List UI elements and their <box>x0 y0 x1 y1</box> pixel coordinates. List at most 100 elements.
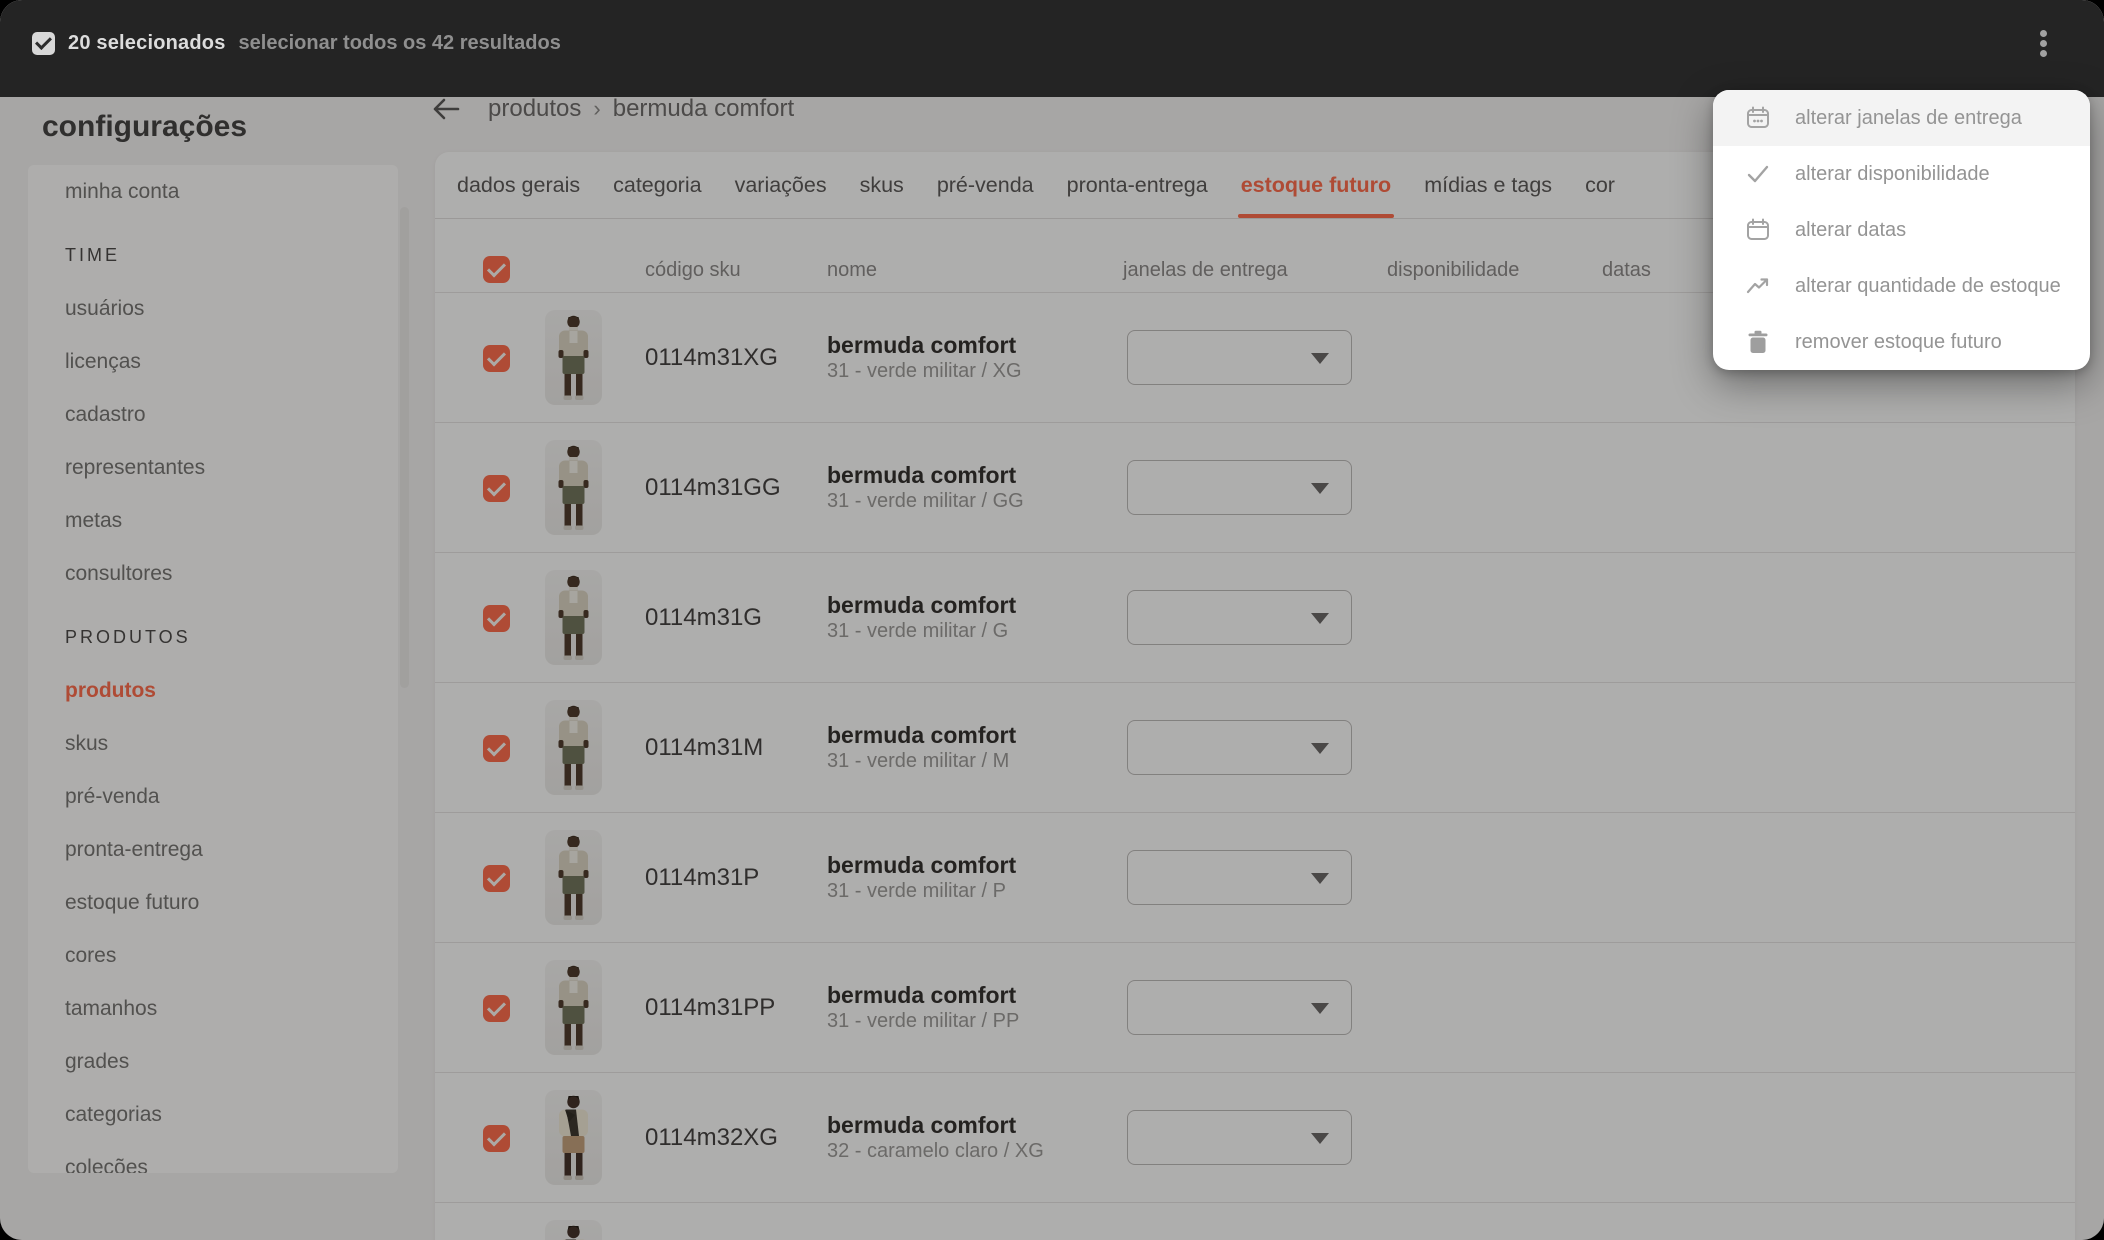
product-name-cell: bermuda comfort 31 - verde militar / G <box>827 553 1016 682</box>
table-row <box>435 1203 2075 1240</box>
tab[interactable]: pré-venda <box>937 152 1034 218</box>
row-checkbox[interactable] <box>483 345 510 372</box>
delivery-window-select[interactable] <box>1127 1110 1352 1165</box>
tab[interactable]: variações <box>735 152 827 218</box>
selection-bar: 20 selecionados selecionar todos os 42 r… <box>0 0 2104 97</box>
breadcrumb-current: bermuda comfort <box>612 95 795 122</box>
row-checkbox[interactable] <box>483 605 510 632</box>
menu-item[interactable]: alterar janelas de entrega <box>1713 90 2090 146</box>
breadcrumb-path[interactable]: produtos › bermuda comfort <box>488 95 794 123</box>
sidebar-item[interactable]: categorias <box>65 1088 398 1141</box>
product-photo-tan <box>562 1225 585 1240</box>
delivery-window-select[interactable] <box>1127 330 1352 385</box>
page-title: configurações <box>42 110 248 143</box>
header-checkbox[interactable] <box>483 256 510 283</box>
sidebar-item[interactable]: tamanhos <box>65 982 398 1035</box>
table-row: 0114m31GG bermuda comfort 31 - verde mil… <box>435 423 2075 553</box>
delivery-window-select[interactable] <box>1127 590 1352 645</box>
product-variant: 31 - verde militar / G <box>827 619 1009 642</box>
tab[interactable]: dados gerais <box>457 152 580 218</box>
sidebar-item[interactable]: representantes <box>65 441 398 494</box>
sidebar-item[interactable]: estoque futuro <box>65 876 398 929</box>
table-row: 0114m31G bermuda comfort 31 - verde mili… <box>435 553 2075 683</box>
menu-item[interactable]: alterar disponibilidade <box>1713 146 2090 202</box>
app-window: 20 selecionados selecionar todos os 42 r… <box>0 0 2104 1240</box>
sidebar-item[interactable]: produtos <box>65 664 398 717</box>
sidebar-item[interactable]: minha conta <box>65 165 398 218</box>
delivery-window-select[interactable] <box>1127 460 1352 515</box>
sku-code: 0114m31M <box>645 733 764 761</box>
sidebar-item[interactable]: TIME <box>65 229 398 282</box>
menu-item[interactable]: alterar datas <box>1713 202 2090 258</box>
sidebar-item[interactable]: pré-venda <box>65 770 398 823</box>
sidebar-item[interactable]: coleções <box>65 1141 398 1174</box>
settings-nav: minha conta TIME usuários licenças cadas… <box>28 165 398 1173</box>
product-photo-olive <box>558 315 589 400</box>
menu-item-label: alterar janelas de entrega <box>1795 106 2022 129</box>
chevron-down-icon <box>1311 743 1329 754</box>
chevron-down-icon <box>1311 1133 1329 1144</box>
product-name: bermuda comfort <box>827 461 1017 488</box>
sidebar-scrollbar[interactable] <box>400 207 409 688</box>
row-checkbox[interactable] <box>483 865 510 892</box>
sidebar-item[interactable]: metas <box>65 494 398 547</box>
bulk-actions-menu: alterar janelas de entrega alterar dispo… <box>1713 90 2090 370</box>
tab[interactable]: categoria <box>613 152 701 218</box>
sidebar-item[interactable]: pronta-entrega <box>65 823 398 876</box>
sidebar-item[interactable]: usuários <box>65 282 398 335</box>
select-all-checkbox[interactable] <box>32 32 55 55</box>
product-photo-olive <box>558 705 589 790</box>
sidebar-item[interactable]: grades <box>65 1035 398 1088</box>
tab[interactable]: estoque futuro <box>1237 152 1394 218</box>
menu-item-label: remover estoque futuro <box>1795 330 2002 353</box>
tab[interactable]: mídias e tags <box>1424 152 1552 218</box>
product-image <box>545 1090 602 1185</box>
back-button[interactable] <box>431 94 461 124</box>
sku-code: 0114m32XG <box>645 1123 778 1151</box>
product-image <box>545 960 602 1055</box>
breadcrumb-separator: › <box>593 96 601 121</box>
menu-item-label: alterar quantidade de estoque <box>1795 274 2061 297</box>
sidebar-item[interactable]: cores <box>65 929 398 982</box>
select-all-results-button[interactable]: selecionar todos os 42 resultados <box>239 32 561 55</box>
tab[interactable]: cor <box>1585 152 1615 218</box>
row-checkbox[interactable] <box>483 735 510 762</box>
tab[interactable]: skus <box>860 152 904 218</box>
row-checkbox[interactable] <box>483 995 510 1022</box>
product-name-cell: bermuda comfort 31 - verde militar / P <box>827 813 1016 942</box>
tab[interactable]: pronta-entrega <box>1067 152 1208 218</box>
breadcrumb-parent[interactable]: produtos <box>488 95 581 123</box>
product-image <box>545 830 602 925</box>
menu-item-label: alterar disponibilidade <box>1795 162 1990 185</box>
product-name: bermuda comfort <box>827 591 1017 618</box>
product-name-cell: bermuda comfort 31 - verde militar / GG <box>827 423 1024 552</box>
row-checkbox[interactable] <box>483 1125 510 1152</box>
menu-item[interactable]: remover estoque futuro <box>1713 314 2090 370</box>
more-options-button[interactable] <box>2026 24 2060 64</box>
row-checkbox[interactable] <box>483 475 510 502</box>
sidebar-item[interactable]: PRODUTOS <box>65 611 398 664</box>
sidebar-item[interactable]: cadastro <box>65 388 398 441</box>
chevron-down-icon <box>1311 353 1329 364</box>
sidebar-item[interactable]: licenças <box>65 335 398 388</box>
product-variant: 31 - verde militar / XG <box>827 359 1022 382</box>
table-row: 0114m31P bermuda comfort 31 - verde mili… <box>435 813 2075 943</box>
product-name: bermuda comfort <box>827 331 1017 358</box>
delivery-window-select[interactable] <box>1127 720 1352 775</box>
product-name-cell: bermuda comfort 31 - verde militar / M <box>827 683 1016 812</box>
sku-code: 0114m31G <box>645 603 762 631</box>
calendar-icon <box>1747 218 1769 240</box>
sku-code: 0114m31P <box>645 863 760 891</box>
product-variant: 31 - verde militar / GG <box>827 489 1024 512</box>
table-row: 0114m31M bermuda comfort 31 - verde mili… <box>435 683 2075 813</box>
chevron-down-icon <box>1311 483 1329 494</box>
product-image <box>545 700 602 795</box>
delivery-window-select[interactable] <box>1127 850 1352 905</box>
trend-up-icon <box>1746 278 1769 294</box>
breadcrumb: produtos › bermuda comfort <box>431 92 794 126</box>
sidebar-item[interactable]: consultores <box>65 547 398 600</box>
delivery-window-select[interactable] <box>1127 980 1352 1035</box>
menu-item[interactable]: alterar quantidade de estoque <box>1713 258 2090 314</box>
product-variant: 31 - verde militar / P <box>827 879 1006 902</box>
sidebar-item[interactable]: skus <box>65 717 398 770</box>
